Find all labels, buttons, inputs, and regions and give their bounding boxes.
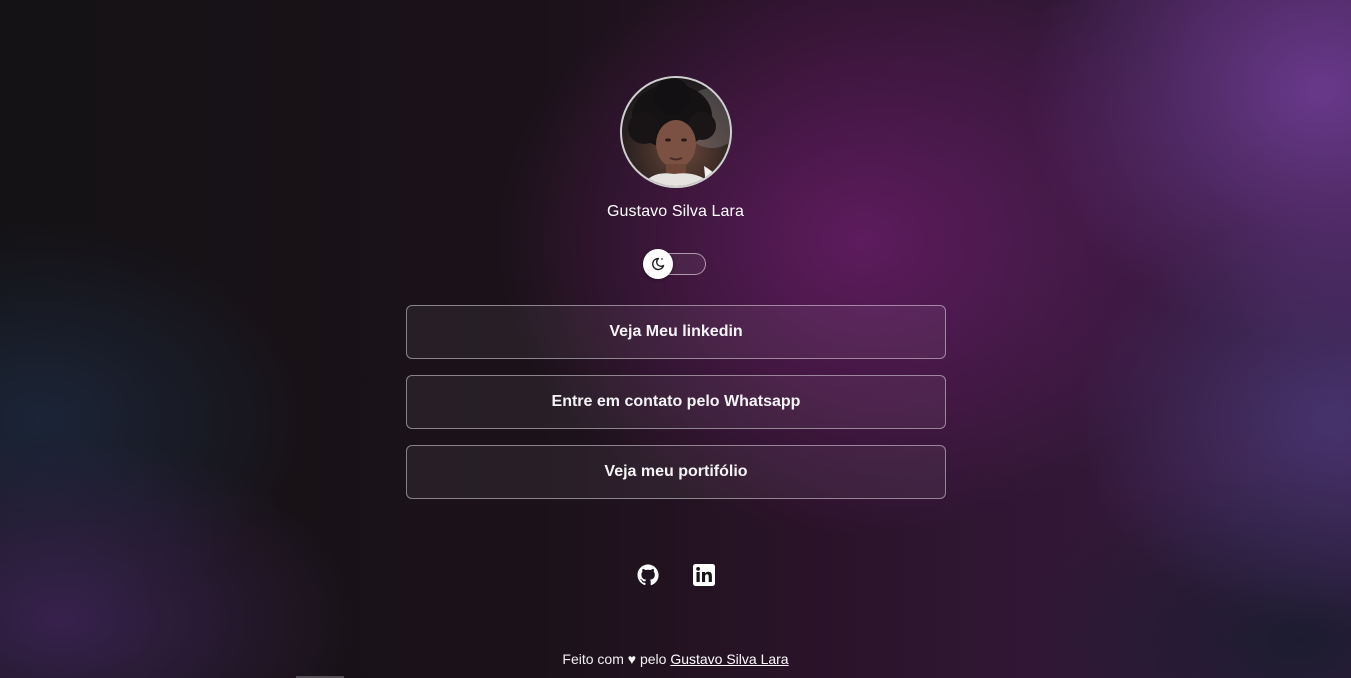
portfolio-link-button[interactable]: Veja meu portifólio xyxy=(406,445,946,499)
linkedin-link[interactable] xyxy=(692,563,716,587)
github-link[interactable] xyxy=(636,563,660,587)
footer-author-link[interactable]: Gustavo Silva Lara xyxy=(670,651,788,667)
footer: Feito com ♥ pelo Gustavo Silva Lara xyxy=(0,651,1351,667)
whatsapp-link-button[interactable]: Entre em contato pelo Whatsapp xyxy=(406,375,946,429)
github-icon xyxy=(637,564,659,586)
linkedin-icon xyxy=(693,564,715,586)
profile-name: Gustavo Silva Lara xyxy=(607,203,744,220)
profile-page: Gustavo Silva Lara Veja Meu linkedin Ent… xyxy=(0,0,1351,678)
footer-text: Feito com ♥ pelo xyxy=(562,651,667,667)
theme-toggle[interactable] xyxy=(643,249,706,279)
avatar xyxy=(620,76,732,188)
moon-icon xyxy=(652,257,665,271)
toggle-knob[interactable] xyxy=(643,249,673,279)
avatar-photo xyxy=(628,78,730,186)
linkedin-link-button[interactable]: Veja Meu linkedin xyxy=(406,305,946,359)
